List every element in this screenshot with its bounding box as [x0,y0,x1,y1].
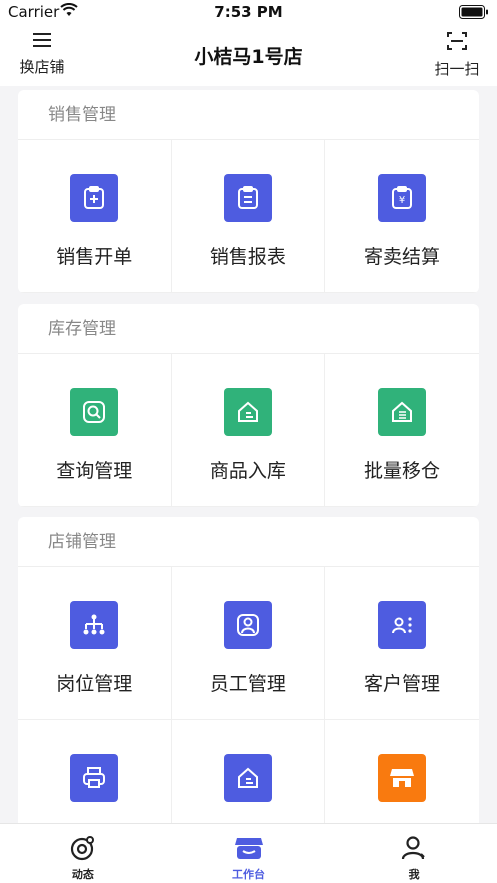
store-button[interactable] [325,720,479,823]
workbench-icon [234,838,263,859]
item-label: 员工管理 [209,673,286,695]
consignment-settle-button[interactable]: ¥ 寄卖结算 [325,140,479,293]
clock: 7:53 PM [214,3,283,21]
store-icon [377,754,426,802]
nav-bar: 换店铺 小桔马1号店 扫一扫 [0,26,497,86]
warehouse-button[interactable] [172,720,326,823]
tab-bar: 动态 工作台 我 [0,823,497,883]
scan-label: 扫一扫 [434,60,480,78]
section-title: 销售管理 [18,90,479,140]
tab-activity[interactable]: 动态 [0,824,166,883]
print-settings-button[interactable] [18,720,172,823]
org-chart-icon [70,601,119,649]
warehouse-icon [223,754,272,802]
item-label: 岗位管理 [56,673,133,695]
batch-transfer-button[interactable]: 批量移仓 [325,354,479,507]
tab-label: 工作台 [232,868,265,881]
item-label: 查询管理 [56,460,133,482]
tab-label: 我 [408,868,420,881]
clipboard-plus-icon [70,174,119,222]
house-transfer-icon [377,388,426,436]
tab-workbench[interactable]: 工作台 [166,824,332,883]
status-bar: Carrier 7:53 PM [0,0,497,26]
query-manage-button[interactable]: 查询管理 [18,354,172,507]
customer-manage-button[interactable]: 客户管理 [325,567,479,720]
stock-in-button[interactable]: 商品入库 [171,354,326,507]
search-icon [70,388,119,436]
tab-me[interactable]: 我 [331,824,497,883]
sales-order-button[interactable]: 销售开单 [18,140,172,293]
position-manage-button[interactable]: 岗位管理 [18,567,172,720]
clipboard-yen-icon: ¥ [377,174,426,222]
sales-report-button[interactable]: 销售报表 [171,140,326,293]
page-title: 小桔马1号店 [194,46,303,68]
item-label: 销售报表 [209,246,286,268]
house-in-icon [223,388,272,436]
item-label: 批量移仓 [363,460,440,482]
svg-text:¥: ¥ [399,195,405,206]
printer-icon [70,754,119,802]
employee-manage-button[interactable]: 员工管理 [171,567,326,720]
inventory-section: 库存管理 查询管理 商品入库 批量移仓 [18,304,479,507]
employee-icon [223,601,272,649]
item-label: 客户管理 [363,673,440,695]
sales-section: 销售管理 销售开单 销售报表 ¥ 寄卖结算 [18,90,479,293]
section-title: 店铺管理 [18,517,479,567]
store-section: 店铺管理 岗位管理 员工管理 客户管理 [18,517,479,823]
scan-icon [447,32,467,50]
battery-icon [459,5,488,19]
profile-icon [402,836,425,860]
item-label: 商品入库 [209,460,286,482]
workbench-content[interactable]: 销售管理 销售开单 销售报表 ¥ 寄卖结算 库存管理 查询管理 商品入库 批量移… [0,86,497,823]
item-label: 销售开单 [56,246,133,268]
scan-button[interactable]: 扫一扫 [429,30,485,79]
customer-icon [377,601,426,649]
tab-label: 动态 [71,868,94,881]
section-title: 库存管理 [18,304,479,354]
activity-icon [70,836,94,861]
item-label: 寄卖结算 [363,246,440,268]
clipboard-list-icon [223,174,272,222]
